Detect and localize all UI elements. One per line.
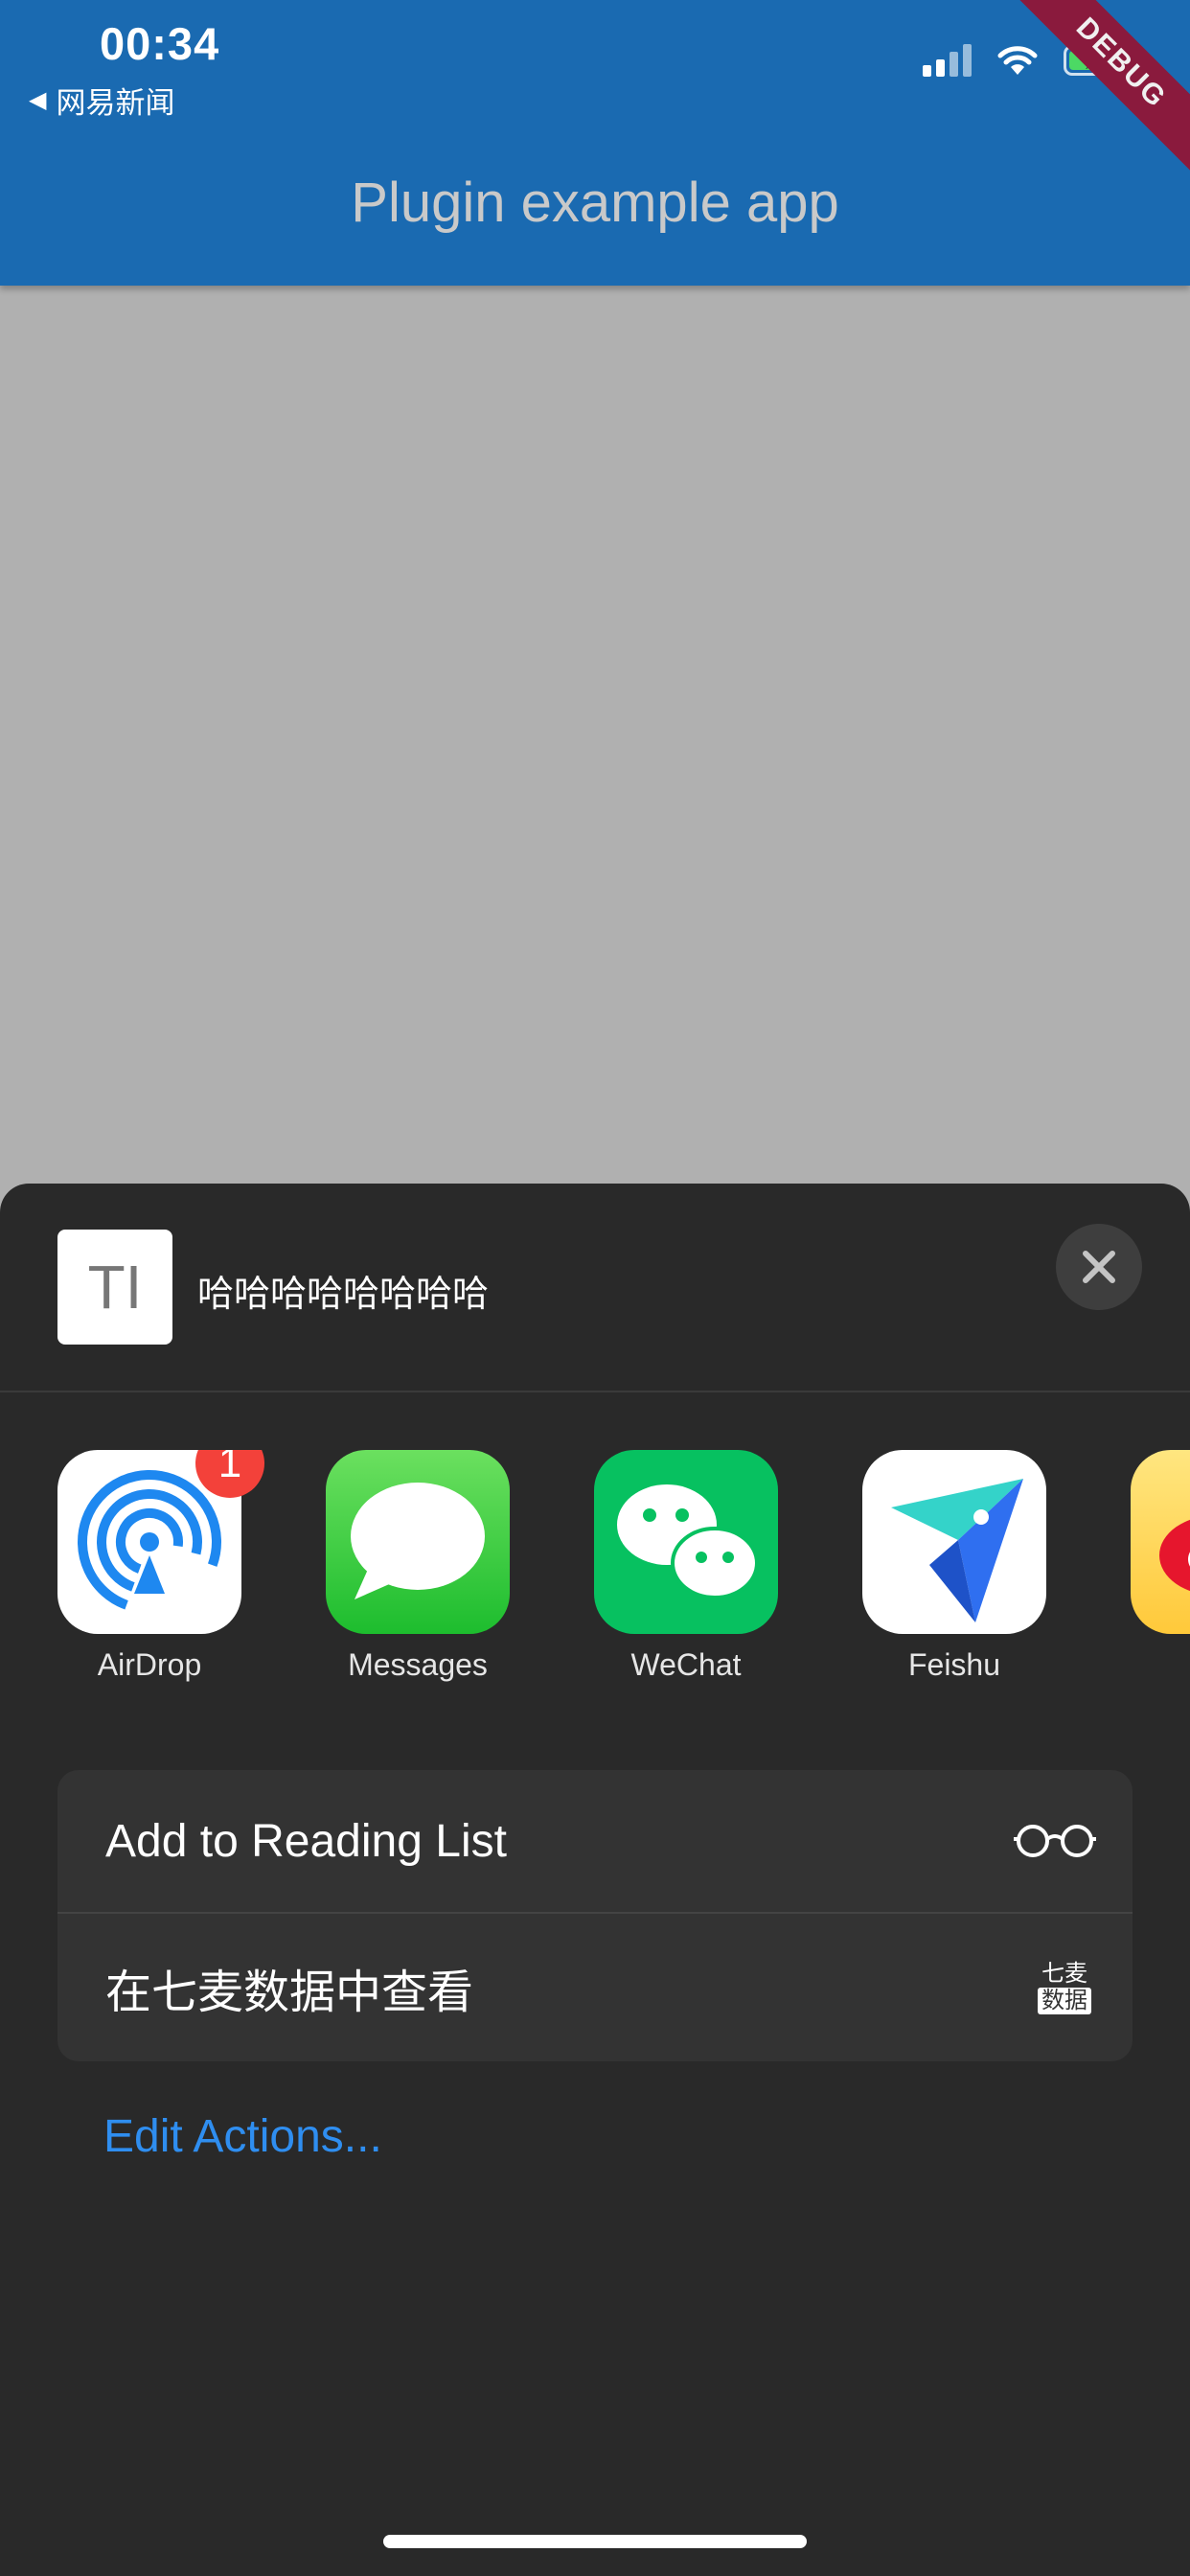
add-to-reading-list-button[interactable]: Add to Reading List: [57, 1770, 1133, 1914]
share-app-airdrop[interactable]: 1 AirDrop: [34, 1450, 264, 1683]
cellular-signal-icon: [923, 44, 972, 77]
share-app-wechat[interactable]: WeChat: [571, 1450, 801, 1683]
share-app-weibo[interactable]: W: [1108, 1450, 1190, 1683]
status-time: 00:34: [100, 18, 220, 69]
back-app-label: 网易新闻: [56, 86, 175, 120]
airdrop-icon: 1: [57, 1450, 264, 1634]
share-app-label: Messages: [348, 1647, 488, 1682]
debug-banner: DEBUG: [1000, 0, 1190, 184]
page-title: Plugin example app: [351, 172, 839, 234]
share-preview-text: 哈哈哈哈哈哈哈哈: [197, 1275, 490, 1315]
back-to-app-button[interactable]: ◀ 网易新闻: [29, 79, 174, 122]
qimai-icon: 七麦 数据: [1031, 1957, 1098, 2018]
share-app-label: AirDrop: [97, 1647, 202, 1682]
feishu-icon: [862, 1450, 1046, 1634]
weibo-icon: [1131, 1450, 1190, 1634]
share-sheet: TI 哈哈哈哈哈哈哈哈 1 AirDrop Messages WeChat Fe…: [0, 1184, 1190, 2576]
text-document-icon: TI: [57, 1230, 172, 1345]
share-app-label: Feishu: [907, 1647, 1001, 1682]
wifi-icon: [997, 46, 1038, 75]
share-app-feishu[interactable]: Feishu: [839, 1450, 1069, 1683]
qimai-icon-bottom: 数据: [1038, 1988, 1091, 2014]
close-icon: [1083, 1251, 1115, 1283]
close-button[interactable]: [1056, 1224, 1142, 1310]
action-label: 在七麦数据中查看: [105, 1967, 474, 2018]
app-bar: 00:34 ◀ 网易新闻 ⚡ Plugin example app DEBUG: [0, 0, 1190, 286]
messages-icon: [326, 1450, 510, 1634]
share-app-label: W: [1108, 1647, 1190, 1683]
share-actions-list: Add to Reading List 在七麦数据中查看 七麦 数据: [57, 1770, 1133, 2061]
share-sheet-header: TI 哈哈哈哈哈哈哈哈: [0, 1184, 1190, 1392]
back-arrow-icon: ◀: [29, 87, 47, 113]
glasses-icon: [1014, 1825, 1096, 1857]
qimai-icon-top: 七麦: [1041, 1961, 1087, 1987]
share-app-messages[interactable]: Messages: [303, 1450, 533, 1683]
view-in-qimai-button[interactable]: 在七麦数据中查看 七麦 数据: [57, 1916, 1133, 2059]
action-label: Add to Reading List: [105, 1815, 507, 1867]
wechat-icon: [594, 1450, 778, 1634]
home-indicator[interactable]: [383, 2535, 807, 2548]
edit-actions-button[interactable]: Edit Actions...: [103, 2110, 382, 2163]
share-app-label: WeChat: [630, 1647, 742, 1682]
share-app-row[interactable]: 1 AirDrop Messages WeChat Feishu: [0, 1450, 1190, 1699]
